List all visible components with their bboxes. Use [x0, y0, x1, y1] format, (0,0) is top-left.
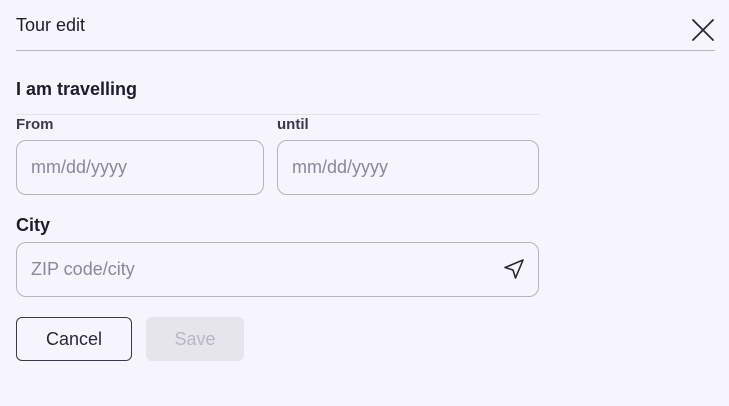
- use-location-button[interactable]: [502, 257, 526, 281]
- header-divider: [16, 50, 715, 51]
- save-button[interactable]: Save: [146, 317, 244, 361]
- until-label: until: [277, 116, 309, 133]
- from-label: From: [16, 116, 54, 133]
- close-button[interactable]: [690, 17, 716, 43]
- section-heading: I am travelling: [16, 79, 138, 99]
- until-date-input[interactable]: [292, 141, 522, 194]
- cancel-button[interactable]: Cancel: [16, 317, 132, 361]
- until-date-field[interactable]: [277, 140, 539, 195]
- from-date-field[interactable]: [16, 140, 264, 195]
- section-divider: [16, 114, 539, 115]
- close-icon: [692, 19, 714, 41]
- location-arrow-icon: [504, 259, 524, 279]
- city-field[interactable]: [16, 242, 539, 297]
- city-label: City: [16, 215, 51, 235]
- dialog-title: Tour edit: [16, 15, 86, 35]
- from-date-input[interactable]: [31, 141, 251, 194]
- city-input[interactable]: [31, 243, 491, 296]
